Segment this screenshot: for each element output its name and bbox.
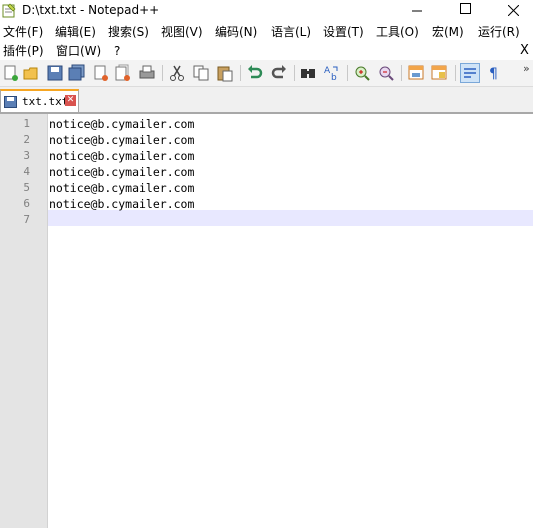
new-file-icon[interactable]: [2, 64, 20, 82]
saved-file-icon: [4, 96, 17, 108]
current-line-highlight: [48, 210, 533, 226]
zoom-in-icon[interactable]: [353, 64, 371, 82]
show-all-chars-icon[interactable]: ¶: [485, 64, 503, 82]
svg-text:A: A: [324, 66, 331, 76]
word-wrap-icon[interactable]: [460, 63, 480, 83]
tab-bar: txt.txt ✕: [0, 87, 533, 114]
copy-icon[interactable]: [192, 64, 210, 82]
minimize-button[interactable]: [394, 0, 440, 22]
menu-window[interactable]: 窗口(W): [56, 43, 101, 59]
window-title: D:\txt.txt - Notepad++: [22, 3, 160, 17]
line-number: 6: [23, 197, 30, 210]
replace-icon[interactable]: Ab: [323, 64, 341, 82]
save-all-icon[interactable]: [68, 64, 86, 82]
notepadpp-app-icon: [2, 3, 16, 18]
text-line[interactable]: notice@b.cymailer.com: [49, 180, 194, 196]
menu-view[interactable]: 视图(V): [161, 24, 203, 40]
menu-encoding[interactable]: 编码(N): [215, 24, 257, 40]
menu-settings[interactable]: 设置(T): [323, 24, 364, 40]
open-file-icon[interactable]: [22, 64, 40, 82]
save-icon[interactable]: [46, 64, 64, 82]
zoom-out-icon[interactable]: [377, 64, 395, 82]
maximize-button[interactable]: [442, 0, 488, 22]
menu-file[interactable]: 文件(F): [3, 24, 43, 40]
tab-label: txt.txt: [22, 95, 69, 108]
line-number: 4: [23, 165, 30, 178]
paste-icon[interactable]: [216, 64, 234, 82]
sync-h-icon[interactable]: [431, 64, 449, 82]
text-line[interactable]: notice@b.cymailer.com: [49, 148, 194, 164]
close-all-icon[interactable]: [114, 64, 132, 82]
svg-text:¶: ¶: [489, 66, 498, 82]
text-line[interactable]: notice@b.cymailer.com: [49, 132, 194, 148]
menu-language[interactable]: 语言(L): [271, 24, 311, 40]
menu-bar-row2: 插件(P) 窗口(W) ? X: [0, 41, 533, 60]
close-window-button[interactable]: [490, 0, 533, 22]
text-line[interactable]: notice@b.cymailer.com: [49, 116, 194, 132]
redo-icon[interactable]: [270, 64, 288, 82]
maximize-icon: [459, 3, 471, 14]
svg-text:b: b: [331, 73, 337, 82]
line-number: 3: [23, 149, 30, 162]
toolbar-separator: [401, 65, 402, 81]
menu-tools[interactable]: 工具(O): [376, 24, 419, 40]
menu-run[interactable]: 运行(R): [478, 24, 520, 40]
toolbar-overflow-chevron-icon[interactable]: »: [523, 62, 530, 75]
toolbar-separator: [455, 65, 456, 81]
editor-area[interactable]: 1 2 3 4 5 6 7 notice@b.cymailer.com noti…: [0, 114, 533, 528]
menu-plugins[interactable]: 插件(P): [3, 43, 44, 59]
close-icon[interactable]: [92, 64, 110, 82]
menu-help[interactable]: ?: [114, 43, 120, 59]
line-number: 1: [23, 117, 30, 130]
find-icon[interactable]: [299, 64, 317, 82]
line-number: 2: [23, 133, 30, 146]
print-icon[interactable]: [138, 64, 156, 82]
tab-txt-txt[interactable]: txt.txt ✕: [0, 89, 79, 112]
menu-search[interactable]: 搜索(S): [108, 24, 149, 40]
cut-icon[interactable]: [168, 64, 186, 82]
line-number-gutter: 1 2 3 4 5 6 7: [0, 114, 48, 528]
menu-bar: 文件(F) 编辑(E) 搜索(S) 视图(V) 编码(N) 语言(L) 设置(T…: [0, 22, 533, 41]
close-document-button[interactable]: X: [520, 43, 529, 59]
tab-close-icon[interactable]: ✕: [65, 95, 76, 106]
title-bar[interactable]: D:\txt.txt - Notepad++: [0, 0, 533, 22]
toolbar-separator: [240, 65, 241, 81]
sync-v-icon[interactable]: [408, 64, 426, 82]
toolbar-separator: [162, 65, 163, 81]
line-number: 7: [23, 213, 30, 226]
line-number: 5: [23, 181, 30, 194]
text-line[interactable]: notice@b.cymailer.com: [49, 196, 194, 212]
close-icon: [507, 4, 519, 17]
toolbar-separator: [347, 65, 348, 81]
menu-macro[interactable]: 宏(M): [432, 24, 464, 40]
toolbar-separator: [294, 65, 295, 81]
toolbar: Ab ¶ »: [0, 60, 533, 87]
menu-edit[interactable]: 编辑(E): [55, 24, 96, 40]
text-line[interactable]: notice@b.cymailer.com: [49, 164, 194, 180]
undo-icon[interactable]: [246, 64, 264, 82]
